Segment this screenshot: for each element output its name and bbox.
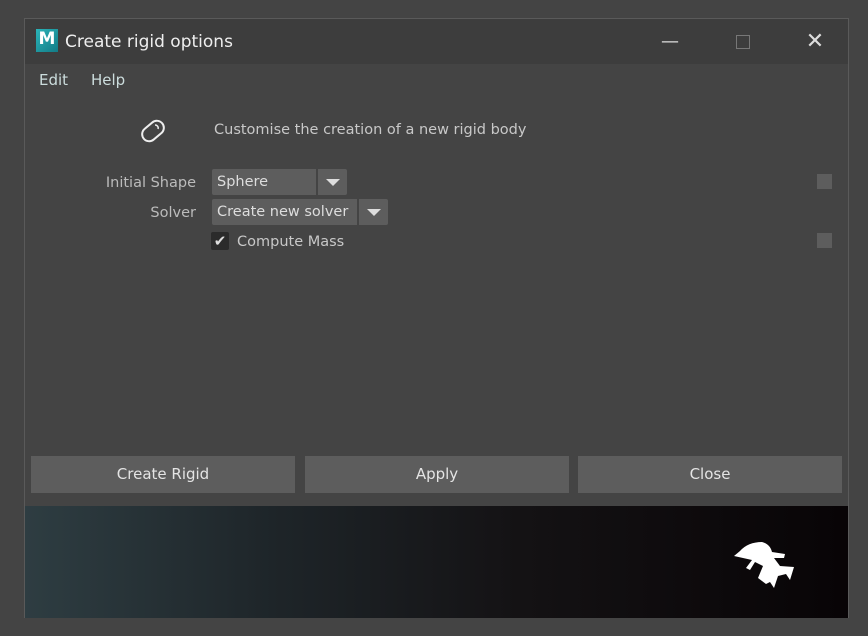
initial-shape-label: Initial Shape [105,175,196,191]
compute-mass-checkbox[interactable]: ✔ [211,232,229,250]
banner-image [25,506,848,618]
menu-help[interactable]: Help [91,71,125,89]
window-title: Create rigid options [65,32,233,52]
maya-logo: M [36,29,58,52]
rigid-body-icon [141,119,165,143]
menu-edit[interactable]: Edit [39,71,68,89]
title-bar: M Create rigid options — ✕ [25,19,848,64]
solver-dropdown[interactable]: Create new solver [212,199,388,225]
chevron-down-icon [316,169,347,195]
compute-mass-option-checkbox[interactable] [817,233,832,248]
compute-mass-label: Compute Mass [237,234,345,250]
close-window-button[interactable]: ✕ [795,27,835,57]
options-window: M Create rigid options — ✕ Edit Help Cus… [24,18,849,618]
maya-mascot-icon [734,542,794,588]
create-rigid-button[interactable]: Create Rigid [31,456,295,493]
chevron-down-icon [357,199,388,225]
maximize-button[interactable] [723,27,763,57]
apply-button[interactable]: Apply [305,456,569,493]
menu-bar: Edit Help [25,64,848,96]
initial-shape-dropdown[interactable]: Sphere [212,169,347,195]
initial-shape-value: Sphere [217,174,269,190]
minimize-button[interactable]: — [650,27,690,57]
close-button[interactable]: Close [578,456,842,493]
description-text: Customise the creation of a new rigid bo… [214,122,527,138]
solver-value: Create new solver [217,204,349,220]
checkmark-icon: ✔ [213,232,227,250]
solver-label: Solver [150,205,196,221]
initial-shape-checkbox[interactable] [817,174,832,189]
